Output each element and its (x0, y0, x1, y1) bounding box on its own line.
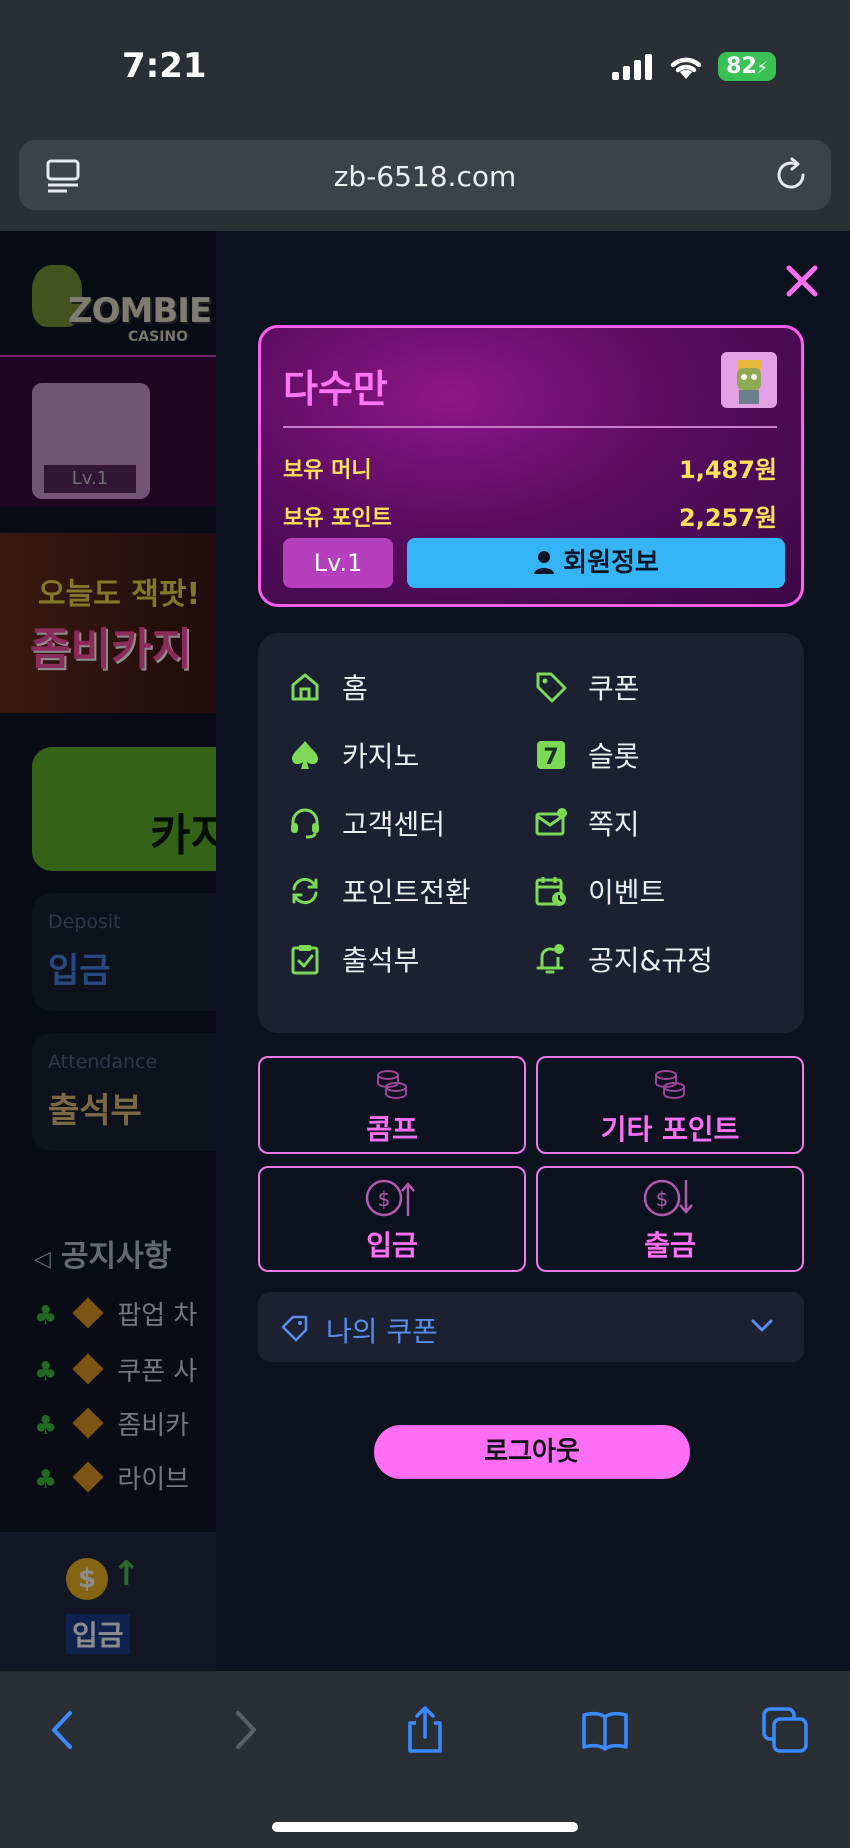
withdraw-button[interactable]: $ 출금 (536, 1166, 804, 1272)
url-text[interactable]: zb-6518.com (19, 160, 831, 193)
menu-item-support[interactable]: 고객센터 (288, 801, 445, 845)
deposit-button[interactable]: $ 입금 (258, 1166, 526, 1272)
home-icon (291, 673, 319, 701)
svg-text:$: $ (656, 1187, 669, 1211)
status-bar: 7:21 82⚡ (0, 0, 850, 135)
tag-icon (281, 1315, 308, 1342)
back-icon[interactable] (38, 1705, 88, 1755)
dollar-up-icon: $ (365, 1179, 415, 1217)
comp-button[interactable]: 콤프 (258, 1056, 526, 1154)
svg-text:7: 7 (543, 745, 558, 770)
zombie-avatar-icon (737, 360, 761, 404)
money-label: 보유 머니 (283, 458, 372, 483)
clipboard-check-icon (291, 945, 319, 975)
user-icon (534, 550, 555, 574)
reload-icon[interactable] (773, 157, 809, 193)
menu-item-slot[interactable]: 7 슬롯 (534, 733, 640, 777)
close-icon[interactable] (784, 263, 820, 299)
other-points-button[interactable]: 기타 포인트 (536, 1056, 804, 1154)
level-badge: Lv.1 (283, 538, 393, 588)
chevron-down-icon (751, 1319, 773, 1332)
avatar (721, 352, 777, 408)
headset-icon (291, 808, 319, 839)
menu-item-coupon[interactable]: 쿠폰 (534, 665, 640, 709)
tabs-icon[interactable] (760, 1705, 810, 1755)
my-coupon-dropdown[interactable]: 나의 쿠폰 (258, 1292, 804, 1362)
tag-icon (536, 672, 567, 703)
mail-icon (535, 808, 567, 836)
menu-item-event[interactable]: 이벤트 (534, 869, 665, 913)
menu-item-attendance[interactable]: 출석부 (288, 937, 419, 981)
money-value: 1,487원 (679, 456, 777, 484)
menu-item-home[interactable]: 홈 (288, 665, 368, 709)
overlay-dim[interactable] (0, 231, 216, 1671)
menu-item-point-exchange[interactable]: 포인트전환 (288, 869, 471, 913)
calendar-clock-icon (535, 877, 566, 906)
coins-icon (655, 1070, 685, 1099)
spade-icon (292, 741, 318, 769)
logout-button[interactable]: 로그아웃 (374, 1425, 690, 1479)
home-indicator[interactable] (272, 1822, 578, 1832)
cellular-signal-icon (612, 53, 653, 80)
dollar-down-icon: $ (643, 1179, 693, 1217)
points-value: 2,257원 (679, 504, 777, 532)
menu-item-notice[interactable]: 공지&규정 (534, 937, 713, 981)
status-icons: 82⚡ (612, 52, 776, 81)
seven-icon: 7 (537, 741, 565, 770)
share-icon[interactable] (400, 1705, 450, 1755)
wifi-icon (670, 57, 702, 79)
menu-item-message[interactable]: 쪽지 (534, 801, 640, 845)
username: 다수만 (283, 367, 388, 411)
user-info-card: 다수만 보유 머니 1,487원 보유 포인트 2,257원 Lv.1 회원정보 (258, 325, 804, 607)
member-info-button[interactable]: 회원정보 (407, 538, 785, 588)
menu-item-casino[interactable]: 카지노 (288, 733, 419, 777)
coins-icon (377, 1070, 407, 1099)
menu-panel: 홈 카지노 고객센터 포인트전환 출석부 쿠폰 7 슬롯 쪽지 이벤트 공지&규… (258, 633, 804, 1033)
bell-icon (536, 944, 564, 974)
forward-icon[interactable] (220, 1705, 270, 1755)
points-label: 보유 포인트 (283, 506, 392, 531)
address-bar[interactable]: zb-6518.com (19, 140, 831, 210)
bookmarks-icon[interactable] (580, 1705, 630, 1755)
side-drawer: 다수만 보유 머니 1,487원 보유 포인트 2,257원 Lv.1 회원정보… (216, 231, 850, 1671)
refresh-icon (292, 877, 318, 905)
clock: 7:21 (122, 46, 207, 86)
divider (283, 426, 777, 428)
svg-text:$: $ (378, 1187, 391, 1211)
battery-indicator: 82⚡ (718, 52, 776, 81)
browser-address-area: zb-6518.com (0, 135, 850, 231)
